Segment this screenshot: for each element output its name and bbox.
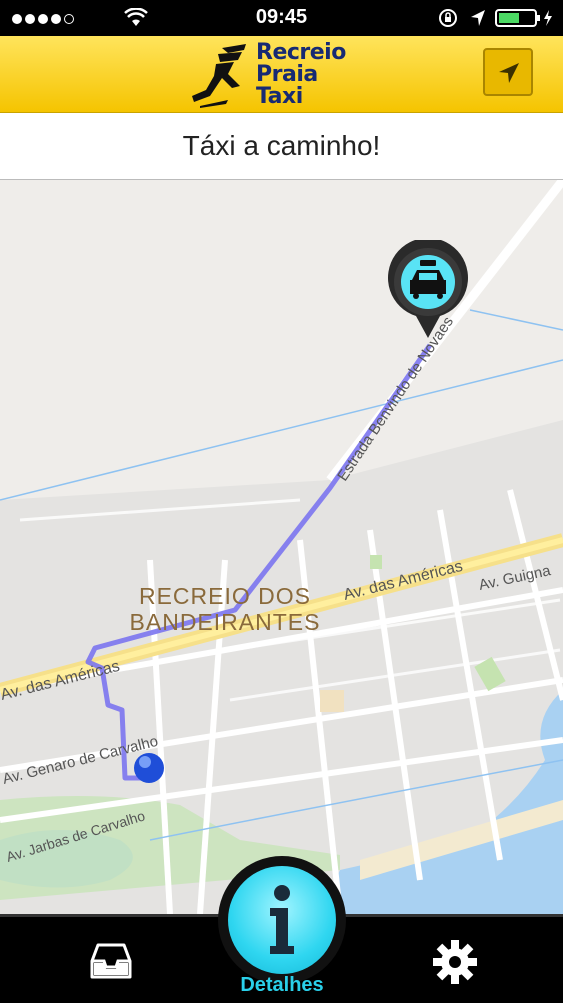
neighborhood-label: RECREIO DOS xyxy=(139,583,311,609)
gear-icon[interactable] xyxy=(432,939,478,985)
status-bar: 09:45 xyxy=(0,0,563,36)
brand-name: Recreio Praia Taxi xyxy=(256,40,346,109)
map-canvas: RECREIO DOS BANDEIRANTES Estrada Benvind… xyxy=(0,180,563,914)
map-view[interactable]: RECREIO DOS BANDEIRANTES Estrada Benvind… xyxy=(0,180,563,914)
status-message: Táxi a caminho! xyxy=(182,130,381,161)
battery-icon xyxy=(495,9,552,27)
rotation-lock-icon xyxy=(439,9,457,27)
location-arrow-icon xyxy=(471,10,485,26)
app-header: Recreio Praia Taxi xyxy=(0,36,563,113)
details-button[interactable] xyxy=(218,856,346,984)
runner-logo-icon xyxy=(192,44,246,108)
locate-me-button[interactable] xyxy=(483,48,533,96)
navigation-arrow-icon xyxy=(499,63,519,83)
user-location-icon xyxy=(134,753,164,783)
inbox-icon[interactable] xyxy=(90,943,132,979)
neighborhood-label: BANDEIRANTES xyxy=(130,609,321,635)
taxi-location-icon xyxy=(388,240,468,338)
details-label: Detalhes xyxy=(240,974,324,996)
status-banner: Táxi a caminho! xyxy=(0,113,563,180)
info-icon xyxy=(270,885,294,954)
